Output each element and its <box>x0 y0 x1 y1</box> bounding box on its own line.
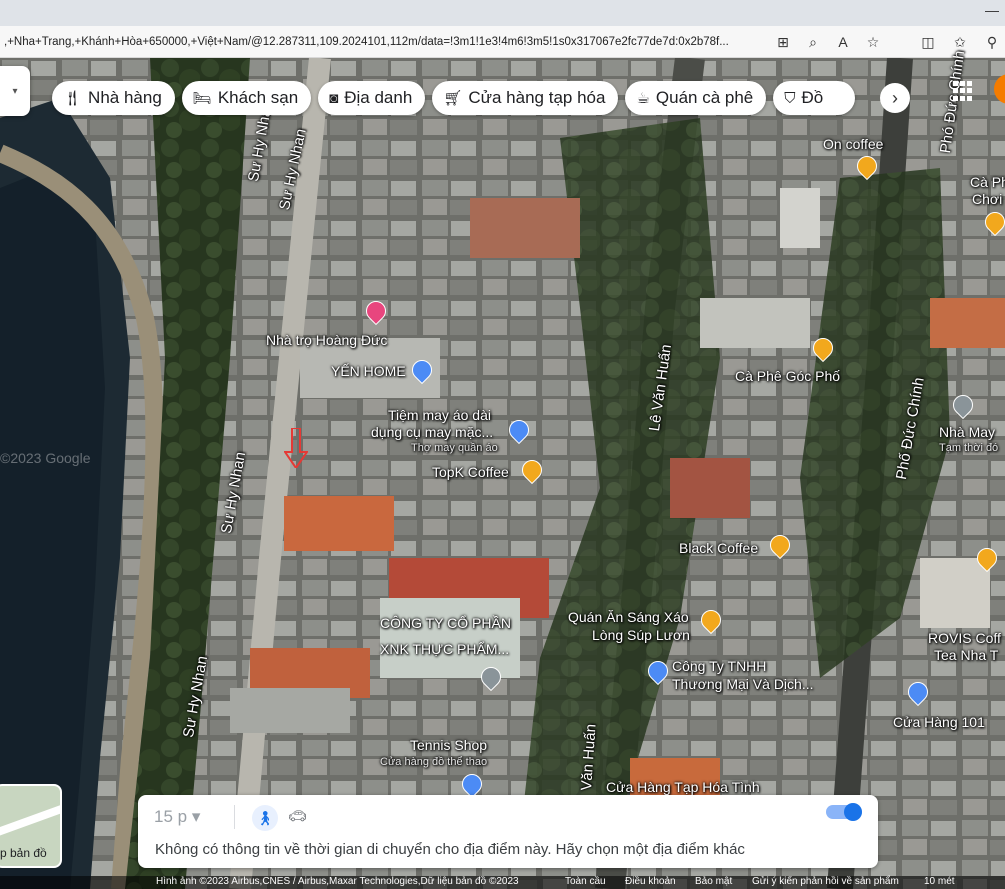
place-nha-tro-hoang-duc-label[interactable]: Nhà trọ Hoàng Đức <box>266 332 387 348</box>
place-black-coffee-label[interactable]: Black Coffee <box>679 540 758 556</box>
selected-location-arrow-icon <box>283 427 309 470</box>
place-rovis-label[interactable]: ROVIS Coff <box>928 630 1001 646</box>
chip-hotels[interactable]: 🛏︎ Khách sạn <box>181 81 312 115</box>
layers-toggle[interactable]: p bản đồ <box>0 784 62 868</box>
chip-coffee[interactable]: ☕︎ Quán cà phê <box>625 81 767 115</box>
chip-label: Nhà hàng <box>88 88 162 107</box>
place-tennis-shop-label[interactable]: Tennis Shop <box>410 737 487 753</box>
extensions-icon[interactable]: ⚲ <box>976 30 1005 54</box>
place-rovis-sub-label[interactable]: Tea Nha T <box>934 647 998 663</box>
walking-icon[interactable]: 🚶︎ <box>252 805 278 831</box>
car-icon[interactable]: 🚗︎ <box>288 807 307 825</box>
chip-shopping[interactable]: ⛉ Đồ <box>773 81 856 115</box>
chip-label: Địa danh <box>344 88 413 107</box>
zoom-icon[interactable]: ⌕ <box>798 30 828 54</box>
chip-label: Cửa hàng tạp hóa <box>468 88 606 107</box>
category-chips: 🍴︎ Nhà hàng 🛏︎ Khách sạn ◙ Địa danh 🛒︎ C… <box>52 81 856 115</box>
place-quan-an-sang-label[interactable]: Quán Ăn Sáng Xáo <box>568 609 689 625</box>
layers-label: p bản đồ <box>0 846 47 860</box>
place-topk-coffee-label[interactable]: TopK Coffee <box>432 464 509 480</box>
chip-grocery[interactable]: 🛒︎ Cửa hàng tạp hóa <box>432 81 619 115</box>
hotel-icon: 🛏︎ <box>192 90 212 107</box>
landmark-icon: ◙ <box>329 89 339 107</box>
place-ca-phe-choi-sub-label[interactable]: Chơi <box>972 191 1002 207</box>
chip-restaurants[interactable]: 🍴︎ Nhà hàng <box>52 81 175 115</box>
place-nha-may-sub-label: Tạm thời đó <box>939 442 999 454</box>
favorite-star-icon[interactable]: ☆ <box>858 30 888 54</box>
place-ca-phe-goc-pho-label[interactable]: Cà Phê Góc Phố <box>735 368 840 384</box>
cart-icon: 🛒︎ <box>443 90 463 107</box>
place-cong-ty-co-phan-label[interactable]: CÔNG TY CỔ PHẦN <box>380 615 511 631</box>
place-cong-ty-tnhh-sub-label[interactable]: Thương Mại Và Dịch... <box>672 676 814 692</box>
place-on-coffee-label[interactable]: On coffee <box>823 136 883 152</box>
restaurant-icon: 🍴︎ <box>63 90 83 107</box>
chip-landmarks[interactable]: ◙ Địa danh <box>318 81 426 115</box>
read-aloud-icon[interactable]: A <box>828 30 858 54</box>
travel-time-panel: 15 p ▾ 🚶︎ 🚗︎ Không có thông tin về thời … <box>138 795 878 868</box>
place-cong-ty-co-phan-sub-label[interactable]: XNK THỰC PHẨM... <box>380 641 509 657</box>
place-tap-hoa-tinh-label[interactable]: Cửa Hàng Tạp Hóa Tình <box>606 779 760 795</box>
terms-link[interactable]: Điều khoản <box>625 876 676 887</box>
map-watermark: ©2023 Google <box>0 450 91 466</box>
chip-label: Khách sạn <box>217 88 299 107</box>
coffee-icon: ☕︎ <box>636 90 650 107</box>
apps-grid-icon[interactable]: ⊞ <box>768 30 798 54</box>
global-link[interactable]: Toàn cầu <box>565 876 606 887</box>
time-select-dropdown[interactable]: 15 p ▾ <box>154 807 200 827</box>
no-travel-info-message: Không có thông tin về thời gian di chuyể… <box>155 841 745 858</box>
tab-strip: — <box>0 0 1005 26</box>
place-tennis-shop-type-label: Cửa hàng đồ thể thao <box>380 756 488 768</box>
place-nha-may-label[interactable]: Nhà May <box>939 424 995 440</box>
search-box-dropdown-icon[interactable]: ▾ <box>0 66 30 116</box>
attribution-text: Hình ảnh ©2023 Airbus,CNES / Airbus,Maxa… <box>156 876 519 887</box>
place-cua-hang-101-label[interactable]: Cửa Hàng 101 <box>893 714 985 730</box>
place-ca-phe-choi-label[interactable]: Cà Ph <box>970 174 1005 190</box>
privacy-link[interactable]: Bảo mật <box>695 876 732 887</box>
place-tiem-may-label[interactable]: Tiệm may áo dài <box>388 407 491 423</box>
map-footer: Hình ảnh ©2023 Airbus,CNES / Airbus,Maxa… <box>0 876 1005 889</box>
chip-label: Đồ <box>801 88 824 107</box>
feedback-link[interactable]: Gửi ý kiến phản hồi về sản phẩm <box>752 876 899 887</box>
chevron-right-icon[interactable]: › <box>880 83 910 113</box>
place-tiem-may-type-label: Thợ may quần áo <box>411 442 498 454</box>
split-screen-icon[interactable]: ◫ <box>912 30 944 54</box>
shopping-bag-icon: ⛉ <box>784 89 796 107</box>
chip-label: Quán cà phê <box>655 88 754 107</box>
place-yen-home-label[interactable]: YẾN HOME <box>331 363 406 379</box>
place-cong-ty-tnhh-label[interactable]: Công Ty TNHH <box>672 658 766 674</box>
minimize-icon[interactable]: — <box>985 2 999 18</box>
browser-toolbar: — ,+Nha+Trang,+Khánh+Hòa+650000,+Việt+Na… <box>0 0 1005 58</box>
place-quan-an-sang-sub-label[interactable]: Lòng Súp Lươn <box>592 627 690 643</box>
google-apps-icon[interactable] <box>953 81 973 101</box>
scale-label[interactable]: 10 mét <box>924 876 955 887</box>
travel-toggle-knob[interactable] <box>844 803 862 821</box>
address-bar[interactable]: ,+Nha+Trang,+Khánh+Hòa+650000,+Việt+Nam/… <box>0 28 840 56</box>
place-tiem-may-sub-label[interactable]: dụng cụ may mặc... <box>371 424 493 440</box>
divider <box>234 805 235 829</box>
